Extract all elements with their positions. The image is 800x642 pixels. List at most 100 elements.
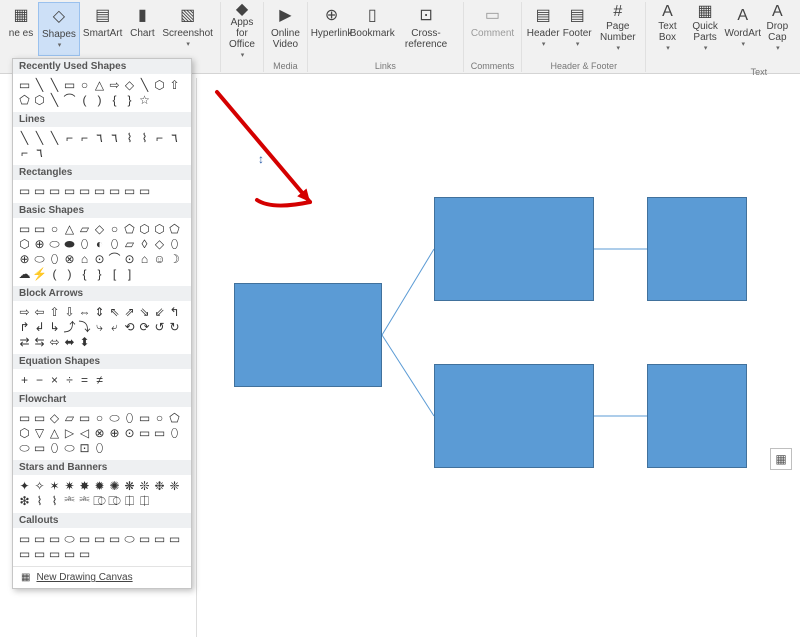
shape-option[interactable]: ↻ — [167, 319, 182, 334]
shape-option[interactable]: ▽ — [32, 425, 47, 440]
shape-option[interactable]: ○ — [92, 410, 107, 425]
shape-option[interactable]: ⬭ — [62, 440, 77, 455]
shape-option[interactable]: ▭ — [107, 531, 122, 546]
shape-option[interactable]: ⬡ — [17, 425, 32, 440]
shape-option[interactable]: ⇔ — [77, 304, 92, 319]
shape-option[interactable]: ╲ — [32, 130, 47, 145]
shape-option[interactable]: ▭ — [47, 183, 62, 198]
shape-option[interactable]: ⇦ — [32, 304, 47, 319]
shape-option[interactable]: − — [32, 372, 47, 387]
shape-option[interactable]: ╲ — [32, 77, 47, 92]
shape-option[interactable]: ↲ — [32, 319, 47, 334]
shape-option[interactable]: ▭ — [62, 546, 77, 561]
new-drawing-canvas-item[interactable]: ▦New Drawing Canvas — [13, 566, 191, 588]
shape-option[interactable]: ▭ — [17, 77, 32, 92]
shape-option[interactable]: ⊕ — [107, 425, 122, 440]
shape-option[interactable]: ╲ — [47, 77, 62, 92]
shape-option[interactable]: ⌂ — [77, 251, 92, 266]
shape-option[interactable]: ⬯ — [92, 440, 107, 455]
shape-option[interactable]: ⇨ — [17, 304, 32, 319]
shape-option[interactable]: ▭ — [77, 531, 92, 546]
online-pictures-button[interactable]: ▦ne es — [4, 2, 38, 56]
shape-option[interactable]: ▱ — [122, 236, 137, 251]
shape-option[interactable]: ◇ — [92, 221, 107, 236]
shape-option[interactable]: ⎄ — [92, 493, 107, 508]
apps-for-office-button[interactable]: ◆Apps for Office▾ — [225, 2, 259, 56]
shape-option[interactable]: ◊ — [137, 236, 152, 251]
shape-option[interactable]: ⬯ — [77, 236, 92, 251]
comment-button[interactable]: ▭Comment — [468, 2, 517, 56]
signature-line-button[interactable]: ✎Signature Line▾ — [795, 3, 800, 27]
shape-option[interactable]: ⬠ — [17, 92, 32, 107]
shape-option[interactable]: ☺ — [152, 251, 167, 266]
shape-option[interactable]: ▭ — [32, 221, 47, 236]
shape-option[interactable]: } — [92, 266, 107, 281]
shape-option[interactable]: ⬭ — [107, 410, 122, 425]
shape-option[interactable]: ▭ — [62, 183, 77, 198]
shape-option[interactable]: ○ — [107, 221, 122, 236]
shape-option[interactable]: ⬡ — [152, 77, 167, 92]
shape-option[interactable]: ⟳ — [137, 319, 152, 334]
shape-option[interactable]: ▭ — [17, 410, 32, 425]
shape-option[interactable]: ⎅ — [122, 493, 137, 508]
shape-option[interactable]: ⬯ — [47, 440, 62, 455]
footer-button[interactable]: ▤Footer▾ — [560, 2, 594, 56]
shape-option[interactable]: [ — [107, 266, 122, 281]
document-canvas[interactable]: ↕ ▦ — [196, 78, 800, 637]
shape-option[interactable]: ⊗ — [92, 425, 107, 440]
shape-option[interactable]: ⬭ — [32, 251, 47, 266]
shape-option[interactable]: ⌇ — [137, 130, 152, 145]
shape-option[interactable]: ✷ — [62, 478, 77, 493]
shape-option[interactable]: ❇ — [17, 493, 32, 508]
shape-option[interactable]: △ — [62, 221, 77, 236]
shape-option[interactable]: ( — [77, 92, 92, 107]
shape-option[interactable]: { — [77, 266, 92, 281]
shape-option[interactable]: ▭ — [152, 531, 167, 546]
text-box-button[interactable]: AText Box▾ — [650, 2, 684, 56]
shape-option[interactable]: ⇘ — [137, 304, 152, 319]
shape-option[interactable]: ⬌ — [62, 334, 77, 349]
diagram-box[interactable] — [434, 364, 594, 468]
shape-option[interactable]: ▭ — [47, 546, 62, 561]
screenshot-button[interactable]: ▧Screenshot▾ — [159, 2, 216, 56]
shape-option[interactable]: ⬭ — [62, 531, 77, 546]
shape-option[interactable]: ⇨ — [107, 77, 122, 92]
shape-option[interactable]: ⊙ — [92, 251, 107, 266]
shape-option[interactable]: ▭ — [137, 183, 152, 198]
shape-option[interactable]: × — [47, 372, 62, 387]
shape-option[interactable]: ✺ — [107, 478, 122, 493]
shape-option[interactable]: ◇ — [122, 77, 137, 92]
shape-option[interactable]: ▭ — [32, 531, 47, 546]
shape-option[interactable]: ⌒ — [62, 92, 77, 107]
shape-option[interactable]: ⬯ — [107, 236, 122, 251]
shape-option[interactable]: ▭ — [92, 183, 107, 198]
shape-option[interactable]: ⌂ — [137, 251, 152, 266]
shape-option[interactable]: ▭ — [47, 531, 62, 546]
shape-option[interactable]: ⇄ — [17, 334, 32, 349]
shape-option[interactable]: ⊡ — [77, 440, 92, 455]
shape-option[interactable]: ⚡ — [32, 266, 47, 281]
shape-option[interactable]: ▭ — [17, 546, 32, 561]
shape-option[interactable]: ✶ — [47, 478, 62, 493]
shape-option[interactable]: ⊙ — [122, 251, 137, 266]
shape-option[interactable]: ] — [122, 266, 137, 281]
shape-option[interactable]: ⬭ — [47, 236, 62, 251]
shape-option[interactable]: ✸ — [77, 478, 92, 493]
layout-options-button[interactable]: ▦ — [770, 448, 792, 470]
shape-option[interactable]: ( — [47, 266, 62, 281]
shape-option[interactable]: ⎃ — [77, 493, 92, 508]
shape-option[interactable]: ▭ — [122, 183, 137, 198]
cross-reference-button[interactable]: ⊡Cross- reference — [393, 2, 459, 56]
shape-option[interactable]: ▭ — [167, 531, 182, 546]
shape-option[interactable]: ⇙ — [152, 304, 167, 319]
shape-option[interactable]: ⤷ — [92, 319, 107, 334]
shape-option[interactable]: ○ — [47, 221, 62, 236]
shape-option[interactable]: ╲ — [137, 77, 152, 92]
shapes-button[interactable]: ◇Shapes▾ — [38, 2, 80, 56]
shape-option[interactable]: ⌇ — [32, 493, 47, 508]
shape-option[interactable]: { — [107, 92, 122, 107]
shape-option[interactable]: ٦ — [167, 130, 182, 145]
shape-option[interactable]: ⬄ — [47, 334, 62, 349]
shape-option[interactable]: ▭ — [32, 410, 47, 425]
shape-option[interactable]: ⎅ — [137, 493, 152, 508]
